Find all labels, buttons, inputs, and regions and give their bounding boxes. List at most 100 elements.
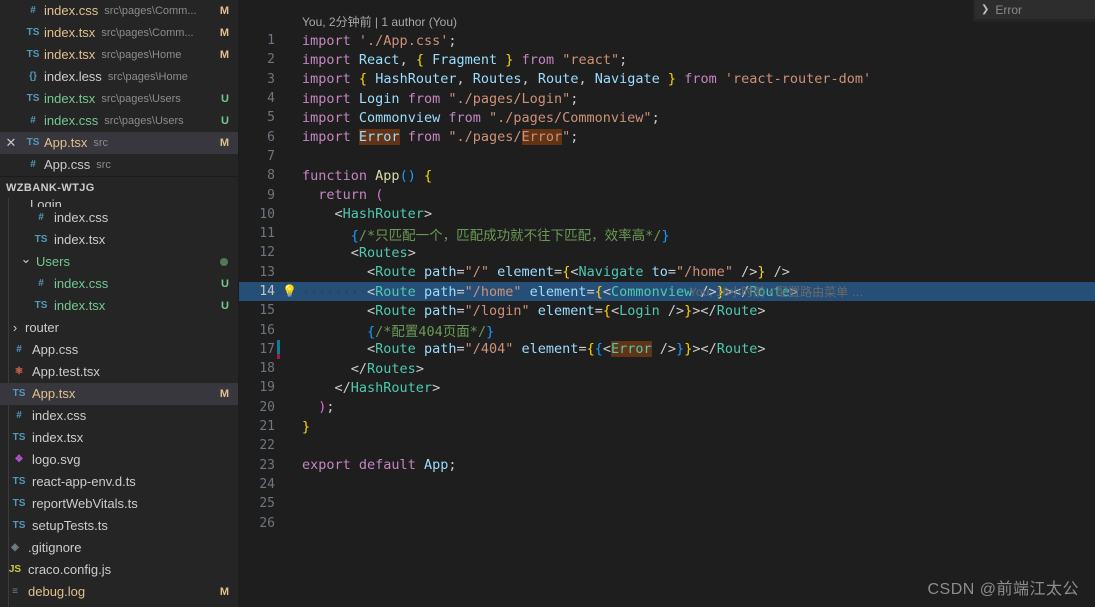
tree-item-app-css[interactable]: # App.css — [0, 339, 238, 361]
code-line-text: export default App; — [302, 457, 457, 474]
tree-item--gitignore[interactable]: ◈ .gitignore — [0, 537, 238, 559]
css-file-icon: # — [16, 344, 22, 355]
line-number: 5 — [267, 110, 275, 126]
code-line-2[interactable]: 2 import React, { Fragment } from "react… — [239, 50, 1095, 69]
explorer-section-header[interactable]: WZBANK-WTJG — [0, 176, 238, 198]
open-editor-item[interactable]: ✕ TS App.tsx src M — [0, 132, 238, 154]
line-number: 24 — [259, 476, 275, 492]
lightbulb-icon[interactable]: 💡 — [282, 284, 297, 299]
open-editor-filename: index.css — [44, 3, 99, 18]
code-line-7[interactable]: 7 — [239, 147, 1095, 166]
line-number: 23 — [259, 457, 275, 473]
tree-item-index-css[interactable]: # index.css — [0, 405, 238, 427]
open-editor-item[interactable]: # index.css src\pages\Comm... M — [0, 0, 238, 22]
code-line-19[interactable]: 19 </HashRouter> — [239, 378, 1095, 397]
tree-item-label: App.css — [32, 342, 79, 357]
code-line-text: import './App.css'; — [302, 32, 457, 49]
open-editor-item[interactable]: # App.css src — [0, 154, 238, 176]
tree-item-react-app-env-d-ts[interactable]: TS react-app-env.d.ts — [0, 471, 238, 493]
code-line-text: import Commonview from "./pages/Commonvi… — [302, 109, 660, 126]
tree-item-users[interactable]: ⌄ Users — [0, 251, 238, 273]
line-number: 13 — [259, 264, 275, 280]
code-line-18[interactable]: 18 </Routes> — [239, 359, 1095, 378]
tree-item-app-test-tsx[interactable]: ⚛ App.test.tsx — [0, 361, 238, 383]
css-file-icon: # — [16, 410, 22, 421]
line-number: 4 — [267, 91, 275, 107]
code-line-text: import Login from "./pages/Login"; — [302, 90, 579, 107]
status-badge: U — [221, 93, 229, 105]
code-line-9[interactable]: 9 return ( — [239, 185, 1095, 204]
code-line-5[interactable]: 5 import Commonview from "./pages/Common… — [239, 108, 1095, 127]
css-file-icon: # — [38, 212, 44, 223]
typescript-file-icon: TS — [26, 137, 40, 148]
tree-item-debug-log[interactable]: ≡ debug.log M — [0, 581, 238, 603]
tree-item-index-css[interactable]: # index.css — [0, 207, 238, 229]
tree-item-reportwebvitals-ts[interactable]: TS reportWebVitals.ts — [0, 493, 238, 515]
git-modified-indicator — [277, 339, 280, 354]
line-number: 6 — [267, 129, 275, 145]
close-icon[interactable]: ✕ — [0, 132, 22, 154]
line-number: 20 — [259, 399, 275, 415]
open-editor-item[interactable]: TS index.tsx src\pages\Comm... M — [0, 22, 238, 44]
open-editor-item[interactable]: {} index.less src\pages\Home — [0, 66, 238, 88]
status-badge: U — [221, 300, 229, 312]
file-tree: Login # index.css TS index.tsx ⌄ Users # index.… — [0, 198, 238, 607]
code-line-23[interactable]: 23 export default App; — [239, 456, 1095, 475]
tree-item-login-clipped[interactable]: Login — [0, 198, 238, 207]
code-line-25[interactable]: 25 — [239, 494, 1095, 513]
tree-item-label: App.tsx — [32, 386, 76, 401]
code-line-text: <Route path="/" element={<Navigate to="/… — [367, 264, 790, 281]
open-editor-filepath: src\pages\Home — [101, 49, 182, 61]
code-line-21[interactable]: 21 } — [239, 417, 1095, 436]
css-file-icon: # — [30, 5, 36, 16]
code-line-1[interactable]: 1 import './App.css'; — [239, 31, 1095, 50]
code-line-12[interactable]: 12 <Routes> — [239, 243, 1095, 262]
code-line-4[interactable]: 4 import Login from "./pages/Login"; — [239, 89, 1095, 108]
tree-item-label: index.tsx — [54, 298, 106, 313]
open-editor-item[interactable]: TS index.tsx src\pages\Users U — [0, 88, 238, 110]
code-line-6[interactable]: 6 import Error from "./pages/Error"; — [239, 127, 1095, 146]
code-line-22[interactable]: 22 — [239, 436, 1095, 455]
line-number: 9 — [267, 187, 275, 203]
code-line-24[interactable]: 24 — [239, 475, 1095, 494]
tree-item-index-tsx[interactable]: TS index.tsx U — [0, 295, 238, 317]
line-number: 11 — [259, 226, 275, 242]
chevron-right-icon[interactable]: › — [8, 317, 22, 339]
open-editor-filename: index.tsx — [44, 25, 96, 40]
code-line-3[interactable]: 3 import { HashRouter, Routes, Route, Na… — [239, 70, 1095, 89]
code-line-15[interactable]: 15 <Route path="/login" element={<Login … — [239, 301, 1095, 320]
tree-item-setuptests-ts[interactable]: TS setupTests.ts — [0, 515, 238, 537]
code-line-26[interactable]: 26 — [239, 513, 1095, 532]
code-line-14[interactable]: 14 💡 ········<Route path="/home" element… — [239, 281, 1095, 302]
editor-area: ❯ Error You, 2分钟前 | 1 author (You) 1 imp… — [239, 0, 1095, 607]
tree-item-app-tsx[interactable]: TS App.tsx M — [0, 383, 238, 405]
open-editor-filename: index.less — [44, 69, 102, 84]
code-line-10[interactable]: 10 <HashRouter> — [239, 205, 1095, 224]
chevron-down-icon[interactable]: ⌄ — [19, 248, 33, 270]
tree-item-index-css[interactable]: # index.css U — [0, 273, 238, 295]
tree-item-index-tsx[interactable]: TS index.tsx — [0, 427, 238, 449]
code-line-16[interactable]: 16 {/*配置404页面*/} — [239, 320, 1095, 341]
code-line-17[interactable]: 17 <Route path="/404" element={{<Error /… — [239, 339, 1095, 359]
code-line-20[interactable]: 20 ); — [239, 398, 1095, 417]
tree-item-index-tsx[interactable]: TS index.tsx — [0, 229, 238, 251]
svg-file-icon: ❖ — [14, 454, 24, 465]
code-line-11[interactable]: 11 {/*只匹配一个，匹配成功就不往下匹配，效率高*/} — [239, 224, 1095, 244]
inline-blame-annotation: You, 18小时前 • 配置路由菜单 … — [689, 285, 864, 299]
line-number: 10 — [259, 206, 275, 222]
line-number: 8 — [267, 168, 275, 184]
open-editor-item[interactable]: # index.css src\pages\Users U — [0, 110, 238, 132]
status-badge: M — [219, 137, 229, 149]
folder-change-dot — [220, 258, 228, 266]
line-number: 3 — [267, 71, 275, 87]
code-line-13[interactable]: 13 <Route path="/" element={<Navigate to… — [239, 263, 1095, 282]
tree-item-craco-config-js[interactable]: JS craco.config.js — [0, 559, 238, 581]
tree-item-logo-svg[interactable]: ❖ logo.svg — [0, 449, 238, 471]
code-content[interactable]: You, 2分钟前 | 1 author (You) 1 import './A… — [239, 0, 1095, 607]
open-editor-item[interactable]: TS index.tsx src\pages\Home M — [0, 44, 238, 66]
blame-header: You, 2分钟前 | 1 author (You) — [302, 15, 457, 29]
code-line-8[interactable]: 8 function App() { — [239, 166, 1095, 185]
typescript-file-icon: TS — [12, 388, 26, 399]
tree-item-router[interactable]: › router — [0, 317, 238, 339]
tree-item-label: index.css — [32, 408, 87, 423]
